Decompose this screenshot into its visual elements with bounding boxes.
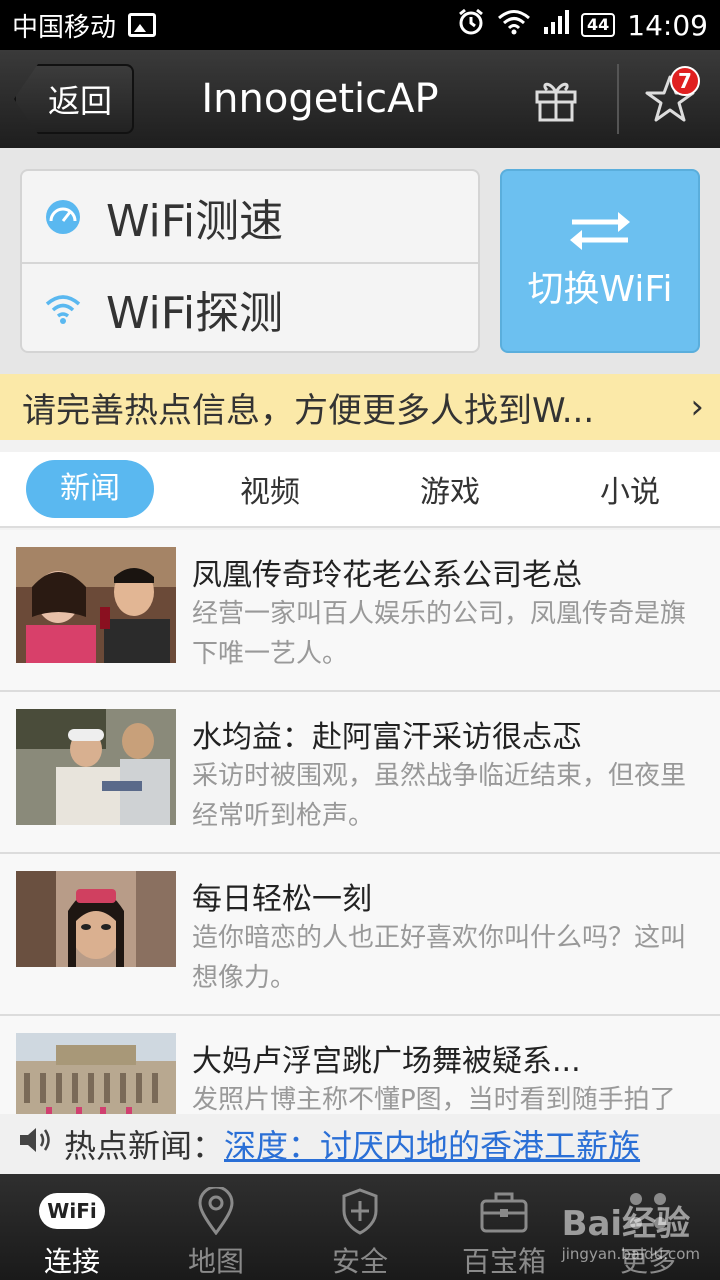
nav-connect[interactable]: WiFi 连接 (0, 1174, 144, 1280)
switch-wifi-button[interactable]: 切换WiFi (500, 169, 700, 353)
nav-security[interactable]: 安全 (288, 1174, 432, 1280)
tab-label: 视频 (240, 475, 300, 510)
favorites-button[interactable]: 7 (632, 64, 708, 134)
speedometer-icon (42, 196, 84, 238)
news-thumbnail (16, 709, 176, 825)
baidu-watermark: Bai经验 jingyan.baidu.com (562, 1196, 700, 1263)
nav-toolbox[interactable]: 百宝箱 (432, 1174, 576, 1280)
news-title: 水均益：赴阿富汗采访很忐忑 (192, 720, 582, 755)
wifi-detect-label: WiFi探测 (106, 287, 284, 339)
back-button[interactable]: 返回 (14, 64, 134, 134)
gift-icon (535, 82, 577, 122)
nav-map[interactable]: 地图 (144, 1174, 288, 1280)
nav-label: 地图 (187, 1245, 244, 1278)
ticker-prefix: 热点新闻： (64, 1127, 225, 1165)
title-bar: 返回 InnogeticAP 7 (0, 50, 720, 148)
toolbox-icon (479, 1186, 529, 1236)
tab-label: 小说 (600, 475, 660, 510)
news-title: 凤凰传奇玲花老公系公司老总 (192, 558, 582, 593)
battery-icon: 44 (581, 13, 616, 37)
alarm-icon (457, 8, 485, 43)
tab-news[interactable]: 新闻 (0, 460, 180, 518)
watermark-brand: Bai经验 (561, 1204, 691, 1244)
nav-label: 百宝箱 (461, 1245, 546, 1278)
hotspot-info-tip[interactable]: 请完善热点信息，方便更多人找到W... › (0, 374, 720, 440)
list-item[interactable]: 凤凰传奇玲花老公系公司老总 经营一家叫百人娱乐的公司，凤凰传奇是旗下唯一艺人。 (0, 530, 720, 692)
tab-video[interactable]: 视频 (180, 467, 360, 511)
category-tabs: 新闻 视频 游戏 小说 (0, 452, 720, 528)
wifi-badge-icon: WiFi (39, 1193, 105, 1229)
news-thumbnail (16, 1033, 176, 1114)
tip-text: 请完善热点信息，方便更多人找到W... (22, 390, 595, 431)
swap-arrows-icon (570, 212, 630, 250)
page-title: InnogeticAP (201, 76, 439, 122)
list-item[interactable]: 大妈卢浮宫跳广场舞被疑系... 发照片博主称不懂P图，当时看到随手拍了 (0, 1016, 720, 1114)
tab-label: 游戏 (420, 475, 480, 510)
tab-label: 新闻 (26, 460, 154, 518)
tab-novels[interactable]: 小说 (540, 467, 720, 511)
speaker-icon (18, 1125, 54, 1163)
news-thumbnail (16, 871, 176, 987)
wifi-signal-icon (497, 9, 531, 42)
news-title: 每日轻松一刻 (192, 882, 372, 917)
notification-badge: 7 (670, 66, 700, 96)
news-description: 造你暗恋的人也正好喜欢你叫什么吗？这叫想像力。 (192, 923, 687, 993)
chevron-right-icon: › (690, 387, 704, 427)
wifi-tools-list: WiFi测速 WiFi探测 (20, 169, 480, 353)
hot-news-link[interactable]: 深度：讨厌内地的香港工薪族 (224, 1121, 640, 1167)
gift-button[interactable] (520, 64, 592, 134)
news-description: 发照片博主称不懂P图，当时看到随手拍了 (192, 1085, 676, 1114)
image-notification-icon (128, 13, 157, 37)
cell-signal-icon (543, 9, 570, 42)
switch-wifi-label: 切换WiFi (527, 269, 673, 310)
status-right: 44 14:09 (457, 8, 708, 43)
news-title: 大妈卢浮宫跳广场舞被疑系... (192, 1044, 581, 1079)
tab-games[interactable]: 游戏 (360, 467, 540, 511)
news-thumbnail (16, 547, 176, 663)
nav-label: 安全 (331, 1245, 388, 1278)
map-pin-icon (196, 1186, 236, 1236)
wifi-speed-test-label: WiFi测速 (106, 195, 284, 247)
hot-news-ticker: 热点新闻： 深度：讨厌内地的香港工薪族 (0, 1114, 720, 1174)
news-description: 采访时被围观，虽然战争临近结束，但夜里经常听到枪声。 (192, 761, 687, 831)
wifi-panel: WiFi测速 WiFi探测 切换WiFi (0, 148, 720, 374)
list-item[interactable]: 每日轻松一刻 造你暗恋的人也正好喜欢你叫什么吗？这叫想像力。 (0, 854, 720, 1016)
wifi-icon (42, 288, 84, 330)
watermark-url: jingyan.baidu.com (561, 1245, 700, 1263)
wifi-speed-test-item[interactable]: WiFi测速 (22, 171, 478, 262)
carrier-name: 中国移动 (12, 12, 117, 43)
shield-icon (340, 1186, 380, 1236)
status-bar: 中国移动 44 14:09 (0, 0, 720, 50)
news-list: 凤凰传奇玲花老公系公司老总 经营一家叫百人娱乐的公司，凤凰传奇是旗下唯一艺人。 … (0, 530, 720, 1114)
title-separator (617, 64, 619, 134)
news-description: 经营一家叫百人娱乐的公司，凤凰传奇是旗下唯一艺人。 (192, 599, 687, 669)
nav-label: 连接 (43, 1245, 100, 1278)
clock: 14:09 (627, 8, 708, 42)
list-item[interactable]: 水均益：赴阿富汗采访很忐忑 采访时被围观，虽然战争临近结束，但夜里经常听到枪声。 (0, 692, 720, 854)
wifi-detect-item[interactable]: WiFi探测 (22, 262, 478, 353)
